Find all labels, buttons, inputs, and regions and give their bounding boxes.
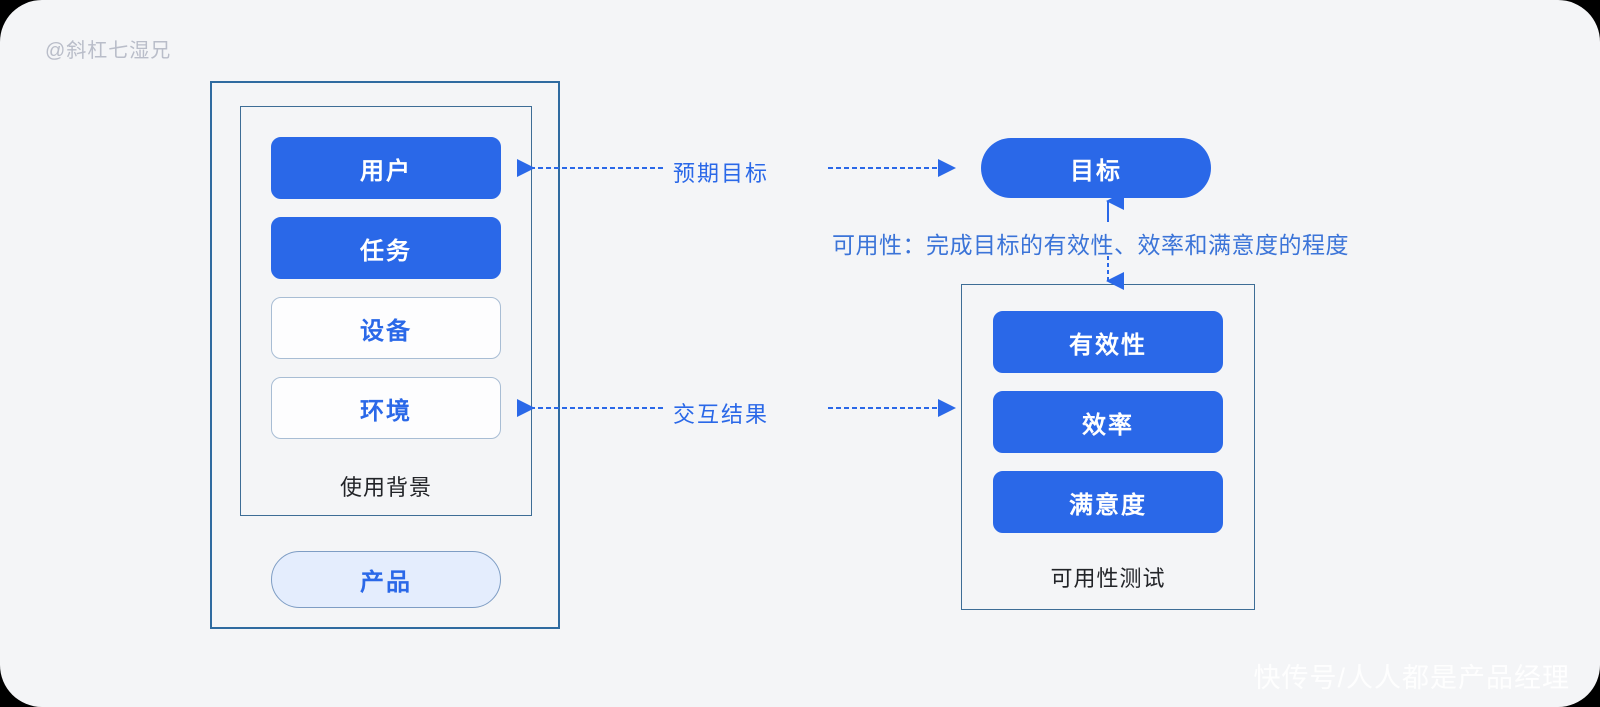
connector-label-expected-goal: 预期目标 <box>673 161 770 186</box>
context-of-use-label: 使用背景 <box>339 475 432 500</box>
context-chip-task[interactable]: 任务 <box>271 217 501 279</box>
context-chip-environment[interactable]: 环境 <box>271 377 501 439</box>
usability-chip-efficiency-label: 效率 <box>1082 411 1134 439</box>
context-chip-device-label: 设备 <box>360 317 412 345</box>
goal-pill[interactable]: 目标 <box>981 138 1211 198</box>
context-chip-environment-label: 环境 <box>360 397 412 425</box>
context-chip-user-label: 用户 <box>360 157 412 185</box>
product-pill[interactable]: 产品 <box>271 551 501 608</box>
usability-definition-text: 可用性：完成目标的有效性、效率和满意度的程度 <box>832 232 1349 258</box>
connector-label-interaction-result: 交互结果 <box>673 402 770 427</box>
usability-chip-satisfaction[interactable]: 满意度 <box>993 471 1223 533</box>
goal-pill-label: 目标 <box>1070 157 1122 185</box>
watermark-author: @斜杠七湿兄 <box>45 40 172 62</box>
context-chip-user[interactable]: 用户 <box>271 137 501 199</box>
usability-test-label: 可用性测试 <box>1050 566 1166 591</box>
usability-chip-effectiveness-label: 有效性 <box>1069 331 1147 359</box>
product-pill-label: 产品 <box>360 569 412 596</box>
watermark-publisher: 快传号/人人都是产品经理 <box>1253 663 1570 693</box>
context-chip-device[interactable]: 设备 <box>271 297 501 359</box>
diagram-canvas: @斜杠七湿兄 用户 任务 设备 环境 使用背景 产品 目标 可用性：完成目标的有… <box>0 0 1600 707</box>
usability-chip-effectiveness[interactable]: 有效性 <box>993 311 1223 373</box>
context-chip-task-label: 任务 <box>360 237 412 265</box>
usability-chip-efficiency[interactable]: 效率 <box>993 391 1223 453</box>
usability-chip-satisfaction-label: 满意度 <box>1069 491 1147 519</box>
